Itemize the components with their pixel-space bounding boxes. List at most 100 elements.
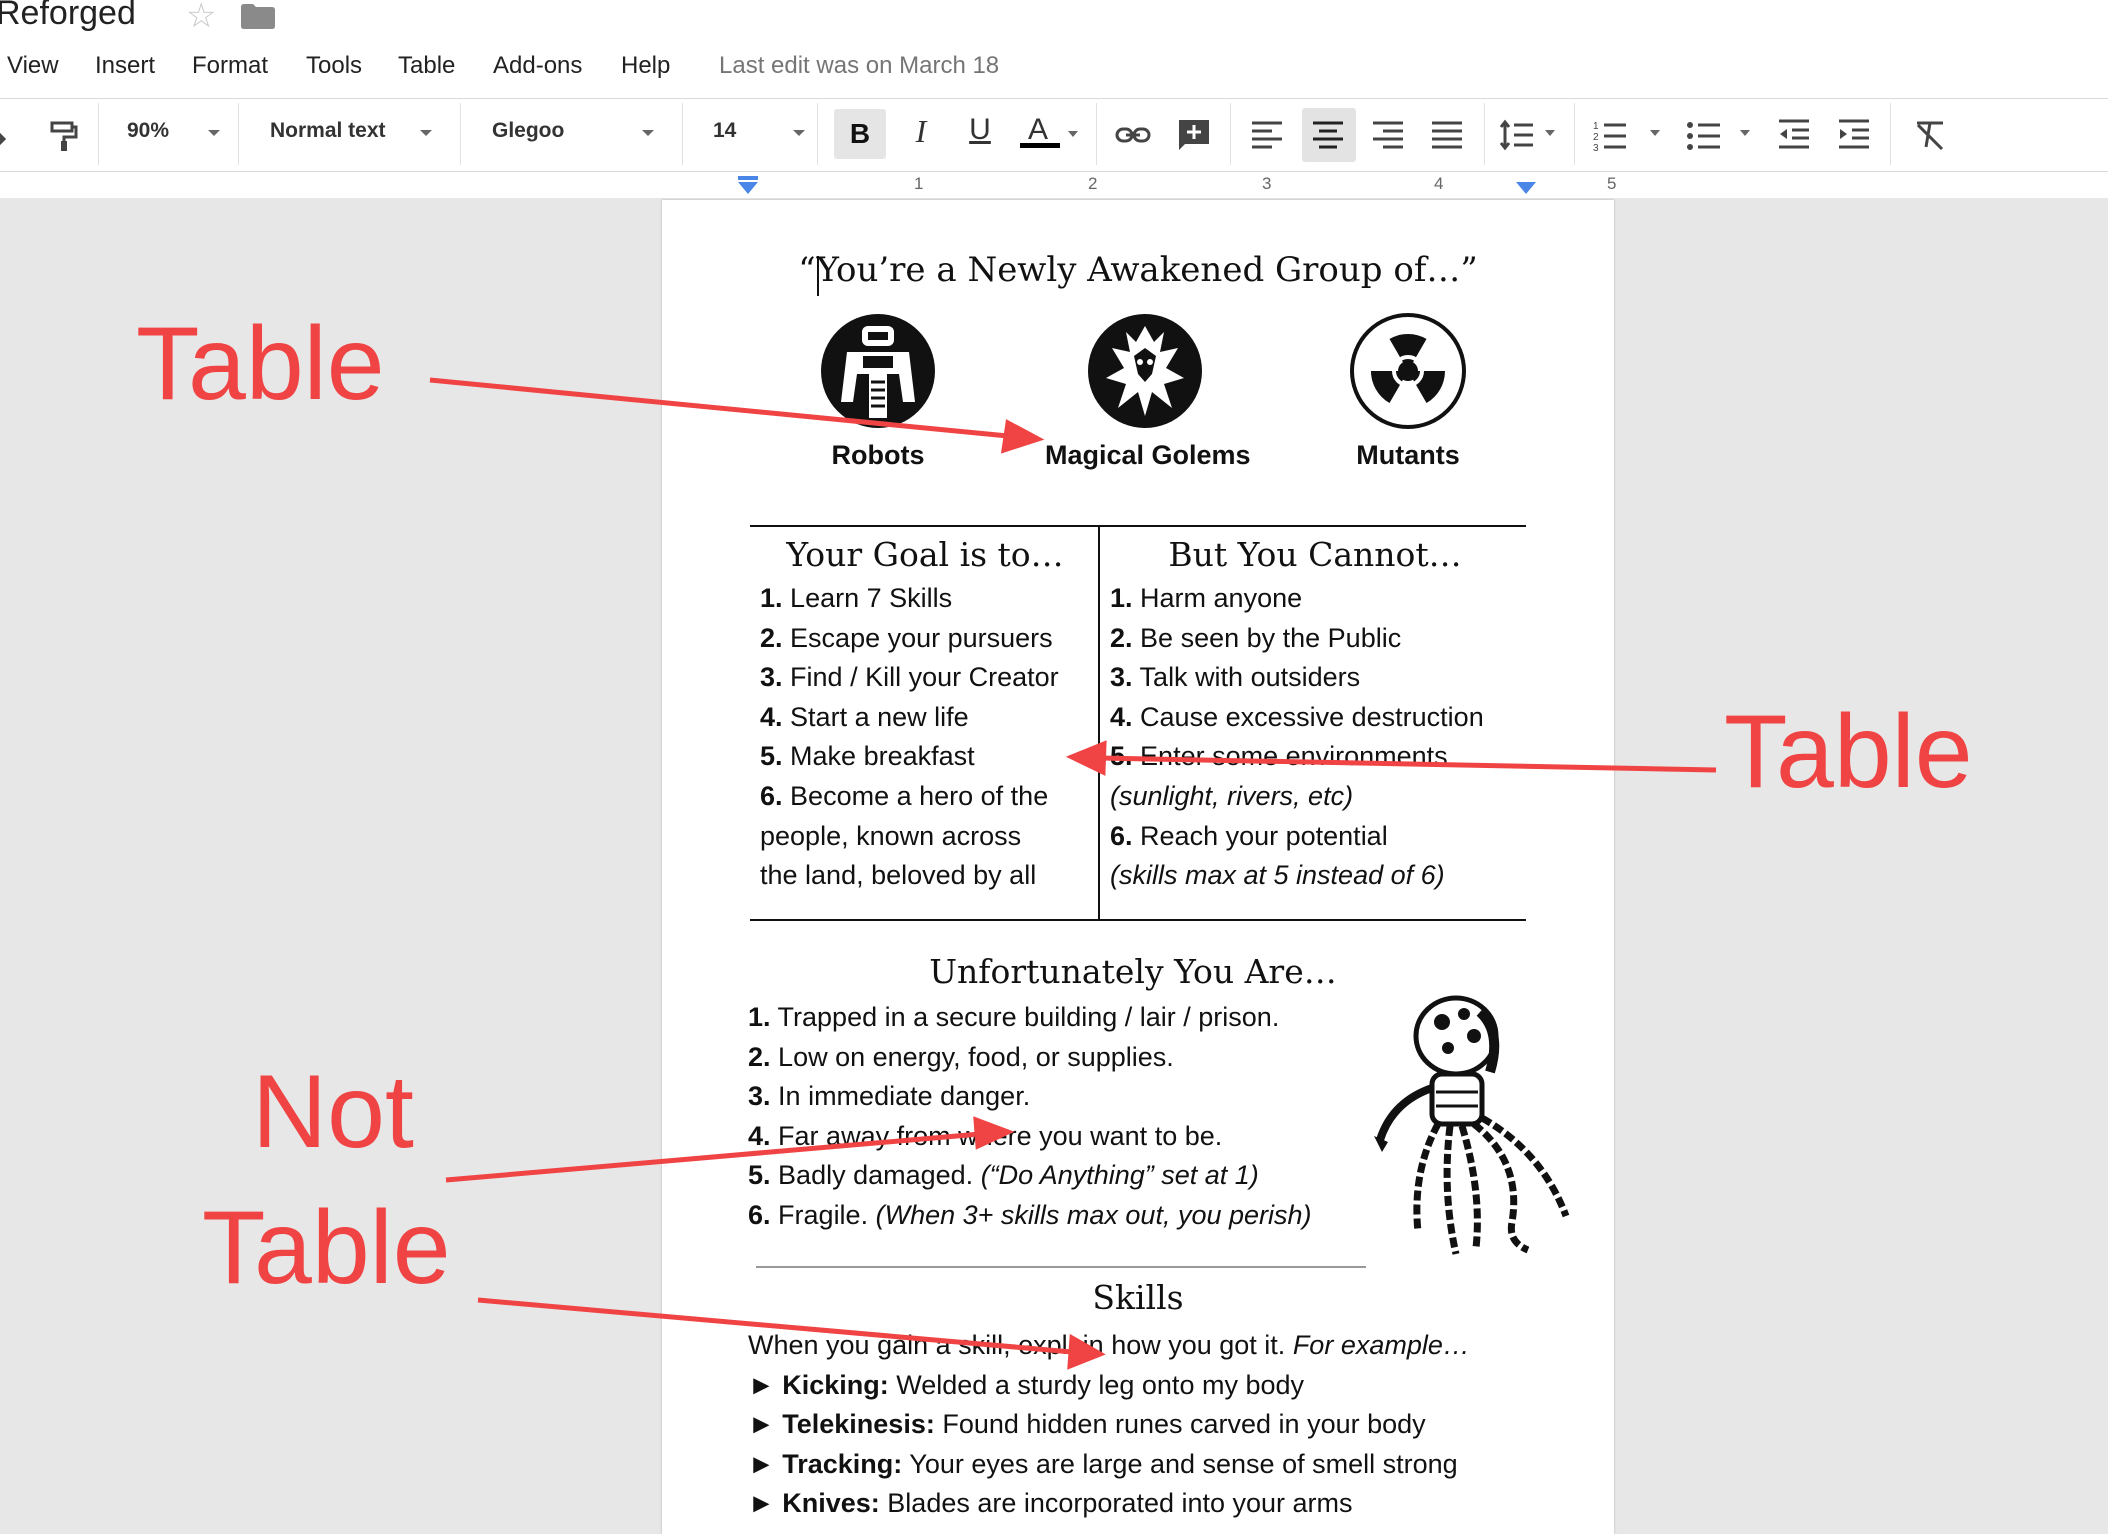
paint-format-icon[interactable]	[46, 117, 82, 153]
toolbar-separator	[460, 103, 461, 165]
octopus-robot-illustration	[1374, 995, 1570, 1255]
menu-help[interactable]: Help	[621, 52, 670, 80]
menu-insert[interactable]: Insert	[95, 52, 155, 80]
align-justify-icon[interactable]	[1429, 117, 1465, 153]
toolbar-separator	[1890, 103, 1891, 165]
left-indent-marker-icon[interactable]	[738, 182, 758, 194]
menu-add-ons[interactable]: Add-ons	[493, 52, 582, 80]
italic-button[interactable]: I	[903, 113, 939, 149]
increase-indent-icon[interactable]	[1836, 117, 1872, 153]
bold-button[interactable]: B	[834, 109, 886, 159]
unfortunately-list: 1. Trapped in a secure building / lair /…	[748, 998, 1312, 1236]
annotation-table-label: Table	[202, 1190, 451, 1306]
line-spacing-caret-icon[interactable]	[1545, 130, 1555, 136]
ruler-number: 5	[1607, 174, 1617, 193]
toolbar-separator	[682, 103, 683, 165]
list-item: 4. Far away from where you want to be.	[748, 1120, 1223, 1151]
group-mutants[interactable]: Mutants	[1308, 312, 1508, 471]
skills-header: Skills	[1092, 1278, 1184, 1317]
font-size-select[interactable]: 14	[713, 119, 736, 143]
decrease-indent-icon[interactable]	[1776, 117, 1812, 153]
link-icon[interactable]	[1115, 117, 1151, 153]
list-item: 2. Escape your pursuers	[760, 622, 1053, 653]
menu-view[interactable]: View	[7, 52, 59, 80]
bullet-arrow-icon: ►	[748, 1409, 775, 1440]
bullet-arrow-icon: ►	[748, 1448, 775, 1479]
list-item: ► Telekinesis: Found hidden runes carved…	[748, 1409, 1426, 1440]
skills-intro: When you gain a skill, explain how you g…	[748, 1330, 1470, 1360]
star-icon[interactable]: ☆	[186, 0, 216, 36]
list-item: 3. Talk with outsiders	[1110, 662, 1361, 693]
numbered-list-caret-icon[interactable]	[1650, 130, 1660, 136]
menu-tools[interactable]: Tools	[306, 52, 362, 80]
paragraph-style-select[interactable]: Normal text	[270, 119, 386, 143]
annotation-table-label: Table	[136, 306, 385, 422]
folder-icon[interactable]	[241, 4, 275, 29]
size-caret-icon[interactable]	[793, 130, 805, 136]
goals-table[interactable]: Your Goal is to… 1. Learn 7 Skills 2. Es…	[750, 525, 1526, 921]
ruler-number: 1	[914, 174, 924, 193]
document-title[interactable]: Reforged	[0, 0, 136, 33]
group-label: Magical Golems	[1045, 440, 1251, 470]
list-item: 5. Badly damaged. (“Do Anything” set at …	[748, 1160, 1259, 1191]
ruler[interactable]: 1 2 3 4 5	[662, 172, 1617, 199]
document-page[interactable]: “You’re a Newly Awakened Group of…” Robo…	[662, 200, 1614, 1534]
align-left-icon[interactable]	[1249, 117, 1285, 153]
cannot-column[interactable]: But You Cannot… 1. Harm anyone 2. Be see…	[1110, 535, 1520, 896]
list-item: 3. Find / Kill your Creator	[760, 662, 1059, 693]
svg-text:1: 1	[1593, 121, 1599, 132]
align-right-icon[interactable]	[1370, 117, 1406, 153]
zoom-caret-icon[interactable]	[208, 130, 220, 136]
line-spacing-icon[interactable]	[1499, 117, 1535, 153]
redo-icon[interactable]	[0, 117, 18, 153]
title-bar: Reforged ☆	[0, 0, 2108, 42]
style-caret-icon[interactable]	[420, 130, 432, 136]
group-robots[interactable]: Robots	[778, 312, 978, 471]
add-comment-icon[interactable]	[1176, 117, 1212, 153]
menu-format[interactable]: Format	[192, 52, 268, 80]
toolbar-separator	[1484, 103, 1485, 165]
clear-formatting-icon[interactable]	[1912, 117, 1948, 153]
font-select[interactable]: Glegoo	[492, 119, 564, 143]
list-item: 4. Cause excessive destruction	[1110, 701, 1484, 732]
numbered-list-icon[interactable]: 123	[1592, 117, 1628, 153]
list-item: people, known across	[760, 820, 1022, 851]
table-column-divider	[1098, 527, 1100, 919]
toolbar-separator	[238, 103, 239, 165]
underline-button[interactable]: U	[962, 113, 998, 149]
ruler-number: 2	[1088, 174, 1098, 193]
unfortunately-header: Unfortunately You Are…	[929, 952, 1337, 991]
toolbar: 90% Normal text Glegoo 14 B I U A 123	[0, 98, 2108, 172]
group-magical-golems[interactable]: Magical Golems	[1045, 312, 1251, 471]
bulleted-list-caret-icon[interactable]	[1740, 130, 1750, 136]
font-caret-icon[interactable]	[642, 130, 654, 136]
align-center-icon[interactable]	[1310, 117, 1346, 153]
list-item: 5. Enter some environments	[1110, 741, 1448, 772]
text-color-label: A	[1027, 113, 1048, 146]
list-item: 6. Become a hero of the	[760, 780, 1049, 811]
list-item: 2. Be seen by the Public	[1110, 622, 1402, 653]
toolbar-separator	[1230, 103, 1231, 165]
golem-icon	[1088, 314, 1202, 428]
first-line-indent-marker-icon[interactable]	[738, 176, 758, 180]
document-heading[interactable]: “You’re a Newly Awakened Group of…”	[662, 250, 1614, 290]
skills-section[interactable]: When you gain a skill, explain how you g…	[748, 1326, 1470, 1524]
menu-bar: View Insert Format Tools Table Add-ons H…	[0, 50, 2108, 86]
list-item: 6. Fragile. (When 3+ skills max out, you…	[748, 1199, 1312, 1230]
text-color-caret-icon[interactable]	[1068, 131, 1078, 137]
right-indent-marker-icon[interactable]	[1516, 182, 1536, 194]
list-item: ► Knives: Blades are incorporated into y…	[748, 1488, 1353, 1519]
list-item: the land, beloved by all	[760, 860, 1037, 891]
ruler-number: 4	[1434, 174, 1444, 193]
section-divider	[756, 1266, 1366, 1268]
last-edit-status[interactable]: Last edit was on March 18	[719, 52, 999, 80]
toolbar-separator	[98, 103, 99, 165]
ruler-number: 3	[1262, 174, 1272, 193]
zoom-select[interactable]: 90%	[127, 119, 169, 143]
list-item: ► Tracking: Your eyes are large and sens…	[748, 1448, 1458, 1479]
text-color-button[interactable]: A	[1020, 113, 1060, 149]
cannot-header: But You Cannot…	[1168, 535, 1462, 574]
goals-column[interactable]: Your Goal is to… 1. Learn 7 Skills 2. Es…	[760, 535, 1090, 896]
menu-table[interactable]: Table	[398, 52, 455, 80]
bulleted-list-icon[interactable]	[1686, 117, 1722, 153]
